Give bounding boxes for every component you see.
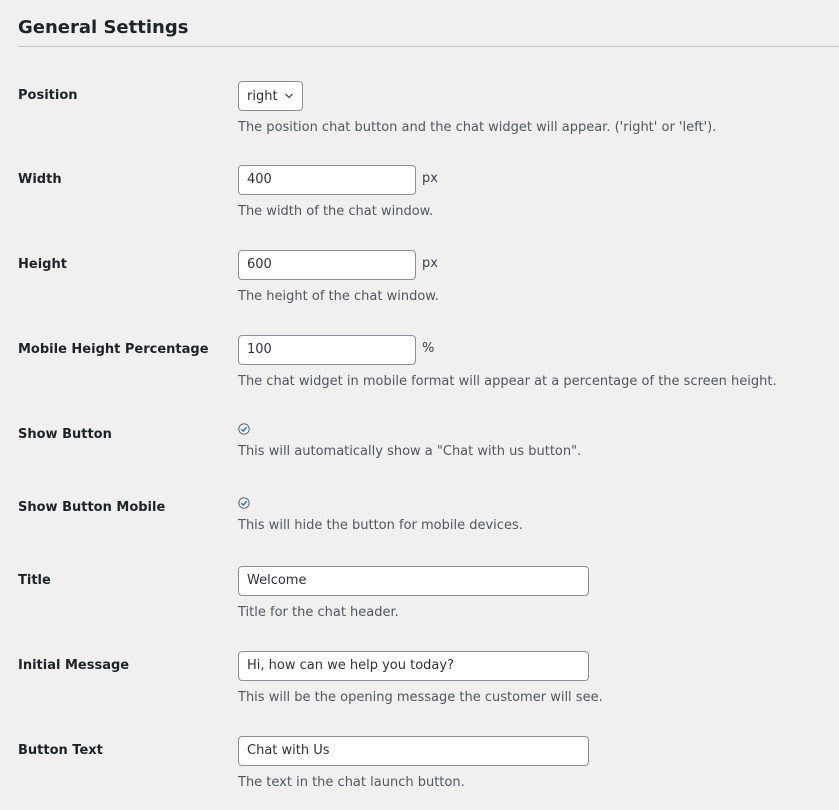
button-text-label: Button Text xyxy=(18,743,103,758)
mobile-height-field: 100% The chat widget in mobile format wi… xyxy=(238,335,777,391)
initial-message-field: Hi, how can we help you today? This will… xyxy=(238,651,603,707)
show-button-field: This will automatically show a "Chat wit… xyxy=(238,423,581,461)
initial-message-description: This will be the opening message the cus… xyxy=(238,690,603,705)
button-text-description: The text in the chat launch button. xyxy=(238,775,465,790)
title-field: Welcome Title for the chat header. xyxy=(238,566,589,622)
initial-message-input[interactable]: Hi, how can we help you today? xyxy=(238,651,589,681)
checkmark-icon[interactable] xyxy=(238,423,250,435)
position-select-value: right xyxy=(247,88,278,104)
title-input[interactable]: Welcome xyxy=(238,566,589,596)
height-label: Height xyxy=(18,257,67,272)
position-field: right The position chat button and the c… xyxy=(238,81,716,137)
button-text-input[interactable]: Chat with Us xyxy=(238,736,589,766)
width-input[interactable]: 400 xyxy=(238,165,416,195)
position-select[interactable]: right xyxy=(238,81,303,111)
width-unit: px xyxy=(422,170,438,186)
mobile-height-unit: % xyxy=(422,340,435,356)
title-label: Title xyxy=(18,573,51,588)
position-label: Position xyxy=(18,88,78,103)
show-button-mobile-field: This will hide the button for mobile dev… xyxy=(238,497,523,535)
mobile-height-description: The chat widget in mobile format will ap… xyxy=(238,374,777,389)
width-label: Width xyxy=(18,172,62,187)
mobile-height-input[interactable]: 100 xyxy=(238,335,416,365)
title-description: Title for the chat header. xyxy=(238,605,399,620)
width-description: The width of the chat window. xyxy=(238,204,434,219)
initial-message-label: Initial Message xyxy=(18,658,130,673)
chevron-down-icon xyxy=(284,93,293,99)
width-field: 400 px The width of the chat window. xyxy=(238,165,438,221)
mobile-height-label: Mobile Height Percentage xyxy=(18,342,209,357)
show-button-description: This will automatically show a "Chat wit… xyxy=(238,444,582,459)
height-field: 600 px The height of the chat window. xyxy=(238,250,439,306)
position-description: The position chat button and the chat wi… xyxy=(238,120,717,135)
show-button-label: Show Button xyxy=(18,427,112,442)
button-text-field: Chat with Us The text in the chat launch… xyxy=(238,736,589,792)
height-input[interactable]: 600 xyxy=(238,250,416,280)
height-description: The height of the chat window. xyxy=(238,289,439,304)
show-button-mobile-label: Show Button Mobile xyxy=(18,500,166,515)
checkmark-icon[interactable] xyxy=(238,497,250,509)
section-divider xyxy=(18,46,839,47)
section-title: General Settings xyxy=(18,17,189,38)
height-unit: px xyxy=(422,255,438,271)
show-button-mobile-description: This will hide the button for mobile dev… xyxy=(238,518,523,533)
